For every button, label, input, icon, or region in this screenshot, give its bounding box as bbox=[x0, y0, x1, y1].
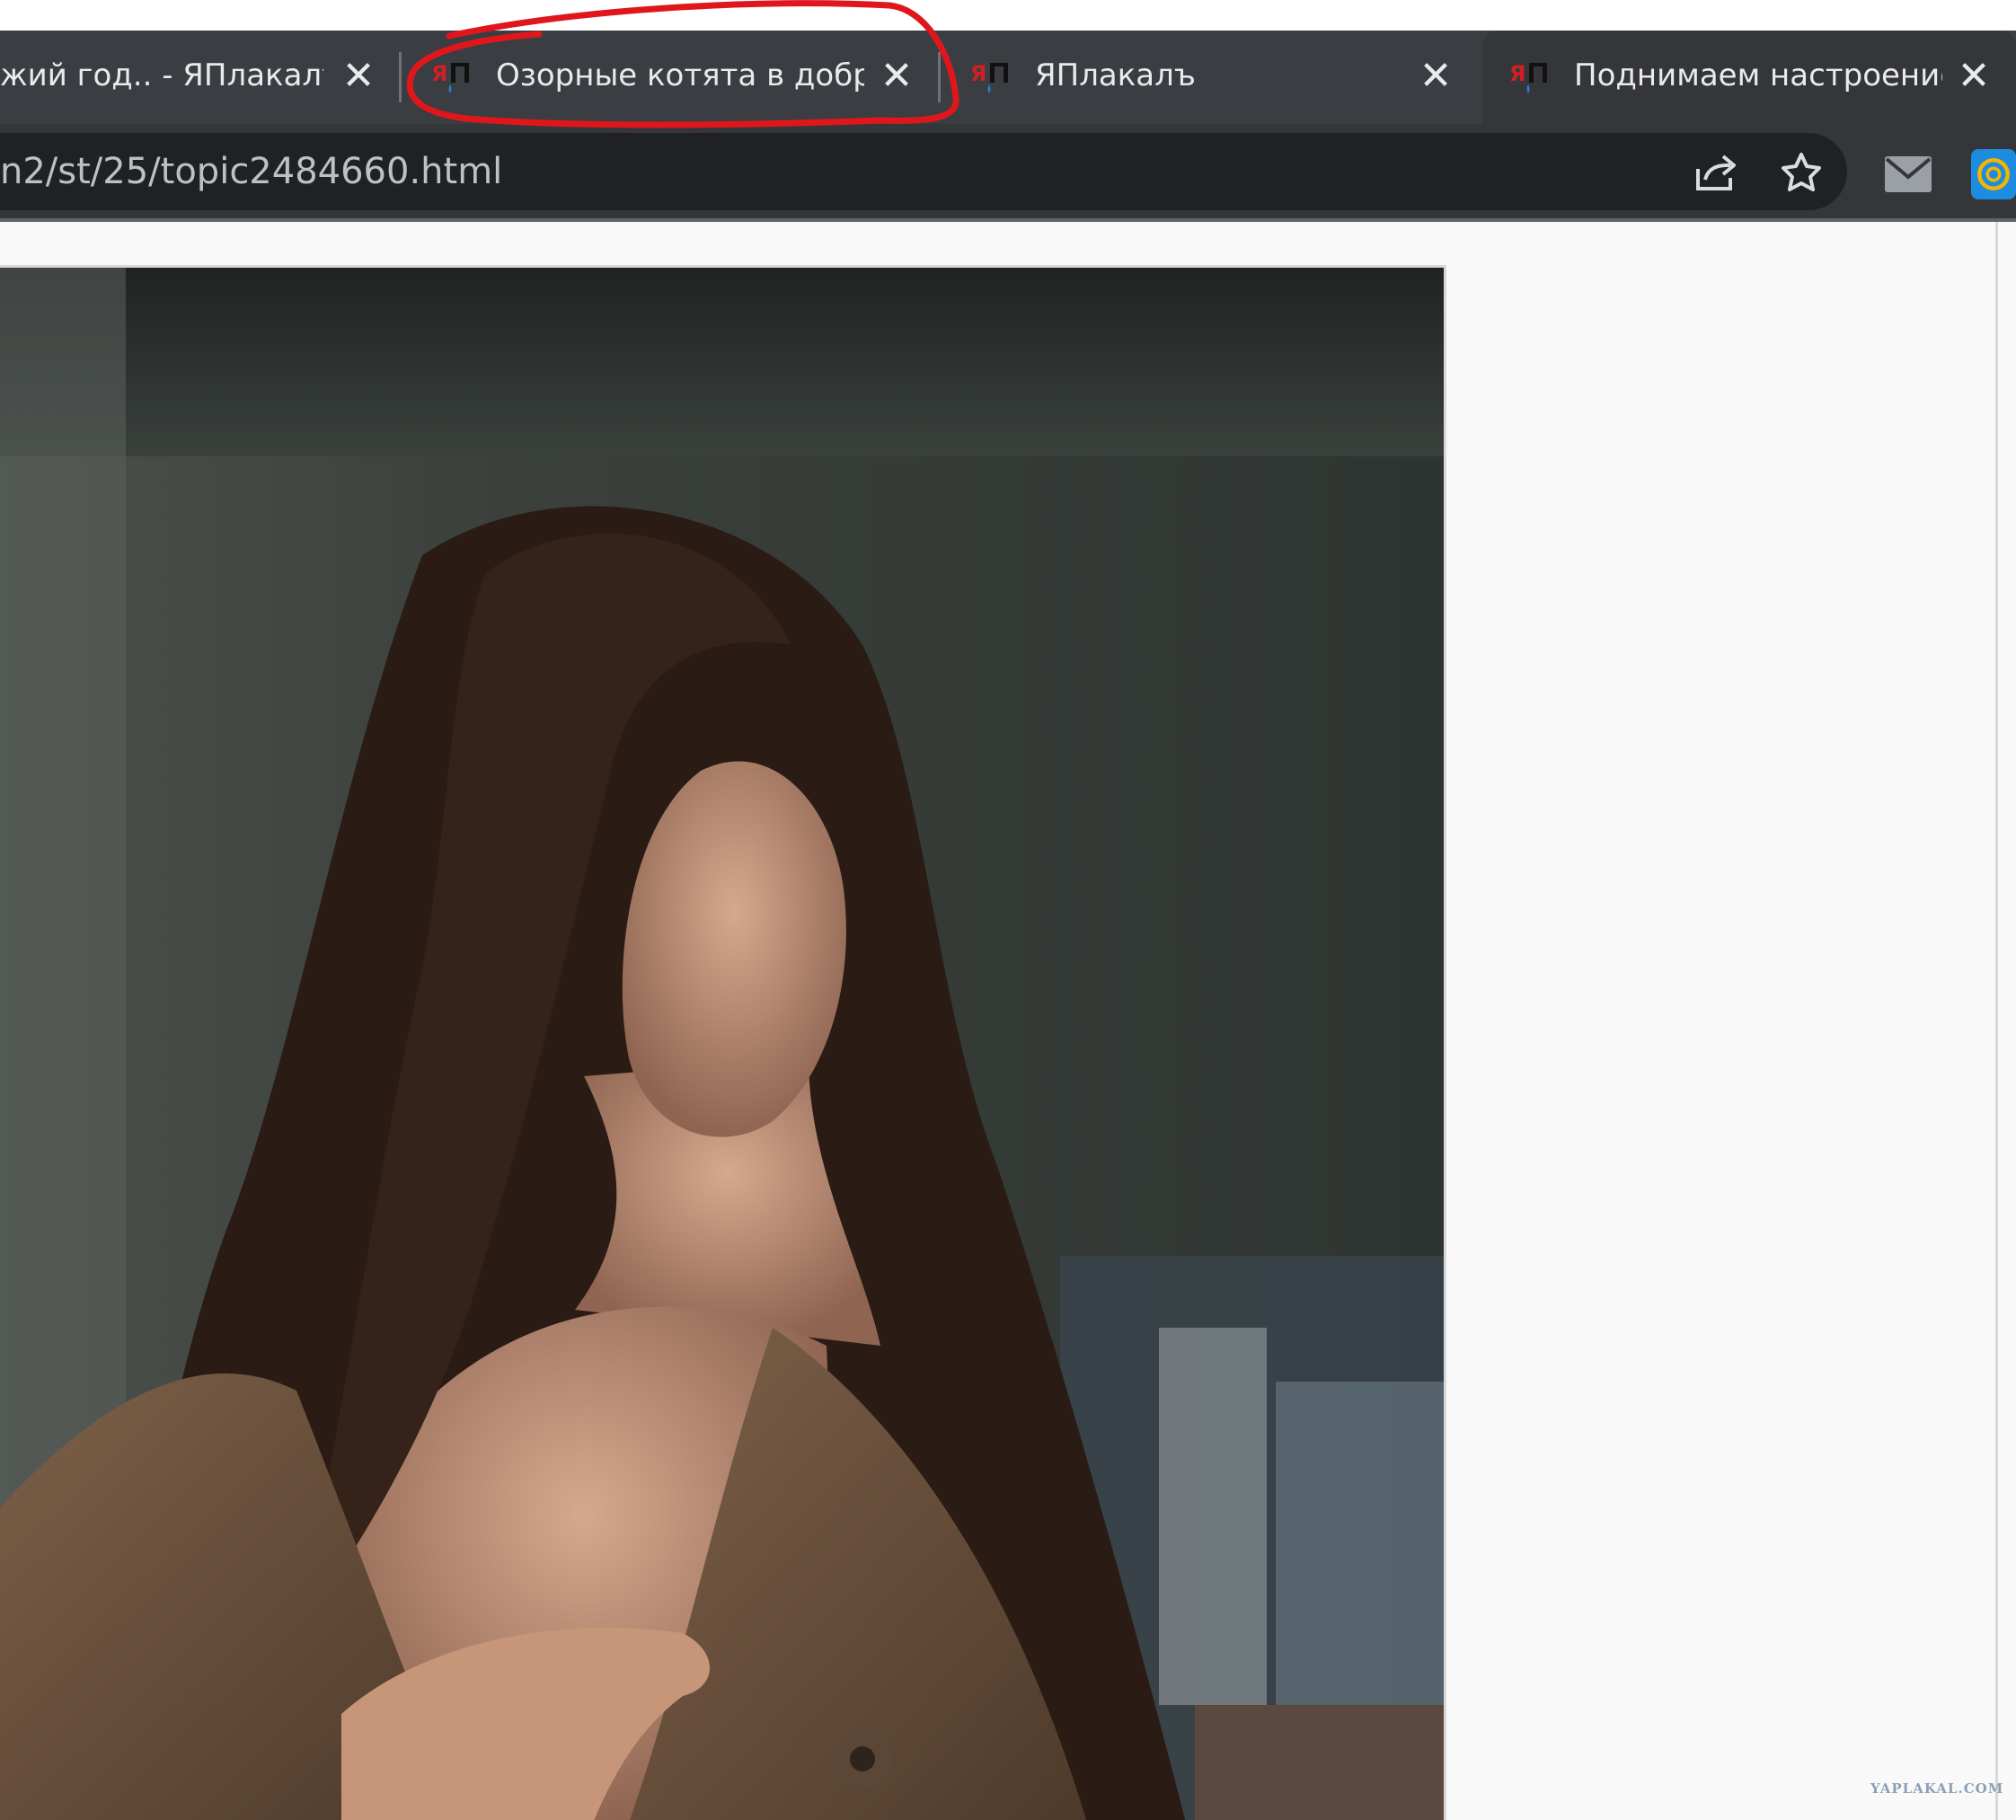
close-tab-icon[interactable]: ✕ bbox=[336, 54, 381, 99]
browser-toolbar: n2/st/25/topic2484660.html bbox=[0, 124, 2016, 221]
mail-icon[interactable] bbox=[1885, 156, 1932, 196]
yaplakal-favicon-icon: Я bbox=[1509, 57, 1549, 97]
svg-text:Я: Я bbox=[1509, 61, 1525, 86]
tab-1[interactable]: жий год.. - ЯПлакалъ ✕ bbox=[0, 31, 395, 124]
close-tab-icon[interactable]: ✕ bbox=[1413, 54, 1458, 99]
svg-text:Я: Я bbox=[431, 61, 447, 86]
close-tab-icon[interactable]: ✕ bbox=[1951, 54, 1996, 99]
tab-2[interactable]: Я Озорные котята в добры ✕ bbox=[404, 31, 943, 124]
screen-top-strip bbox=[0, 0, 2016, 31]
tab-strip: жий год.. - ЯПлакалъ ✕ Я Озорные котята … bbox=[0, 31, 2016, 124]
at-sign-icon[interactable] bbox=[1971, 149, 2016, 203]
address-bar[interactable]: n2/st/25/topic2484660.html bbox=[0, 133, 1847, 210]
page-content: YAPLAKAL.COM bbox=[0, 222, 2016, 1820]
tab-title: жий год.. - ЯПлакалъ bbox=[0, 57, 323, 93]
tab-separator bbox=[938, 52, 941, 102]
page-edge-line bbox=[1995, 222, 1998, 1820]
tab-4[interactable]: Я Поднимаем настроение ✕ bbox=[1482, 31, 2016, 124]
tab-3[interactable]: Я ЯПлакалъ ✕ bbox=[943, 31, 1482, 124]
tab-title: Поднимаем настроение bbox=[1574, 57, 1942, 93]
yaplakal-favicon-icon: Я bbox=[431, 57, 471, 97]
watermark: YAPLAKAL.COM bbox=[1870, 1780, 2004, 1797]
tab-title: Озорные котята в добры bbox=[496, 57, 864, 93]
url-text[interactable]: n2/st/25/topic2484660.html bbox=[0, 149, 502, 194]
close-tab-icon[interactable]: ✕ bbox=[874, 54, 919, 99]
tab-separator bbox=[399, 52, 402, 102]
star-icon[interactable] bbox=[1779, 151, 1824, 198]
tab-title: ЯПлакалъ bbox=[1035, 57, 1196, 93]
post-photo bbox=[0, 265, 1446, 1820]
yaplakal-favicon-icon: Я bbox=[970, 57, 1010, 97]
svg-text:Я: Я bbox=[970, 61, 986, 86]
share-icon[interactable] bbox=[1693, 151, 1737, 198]
